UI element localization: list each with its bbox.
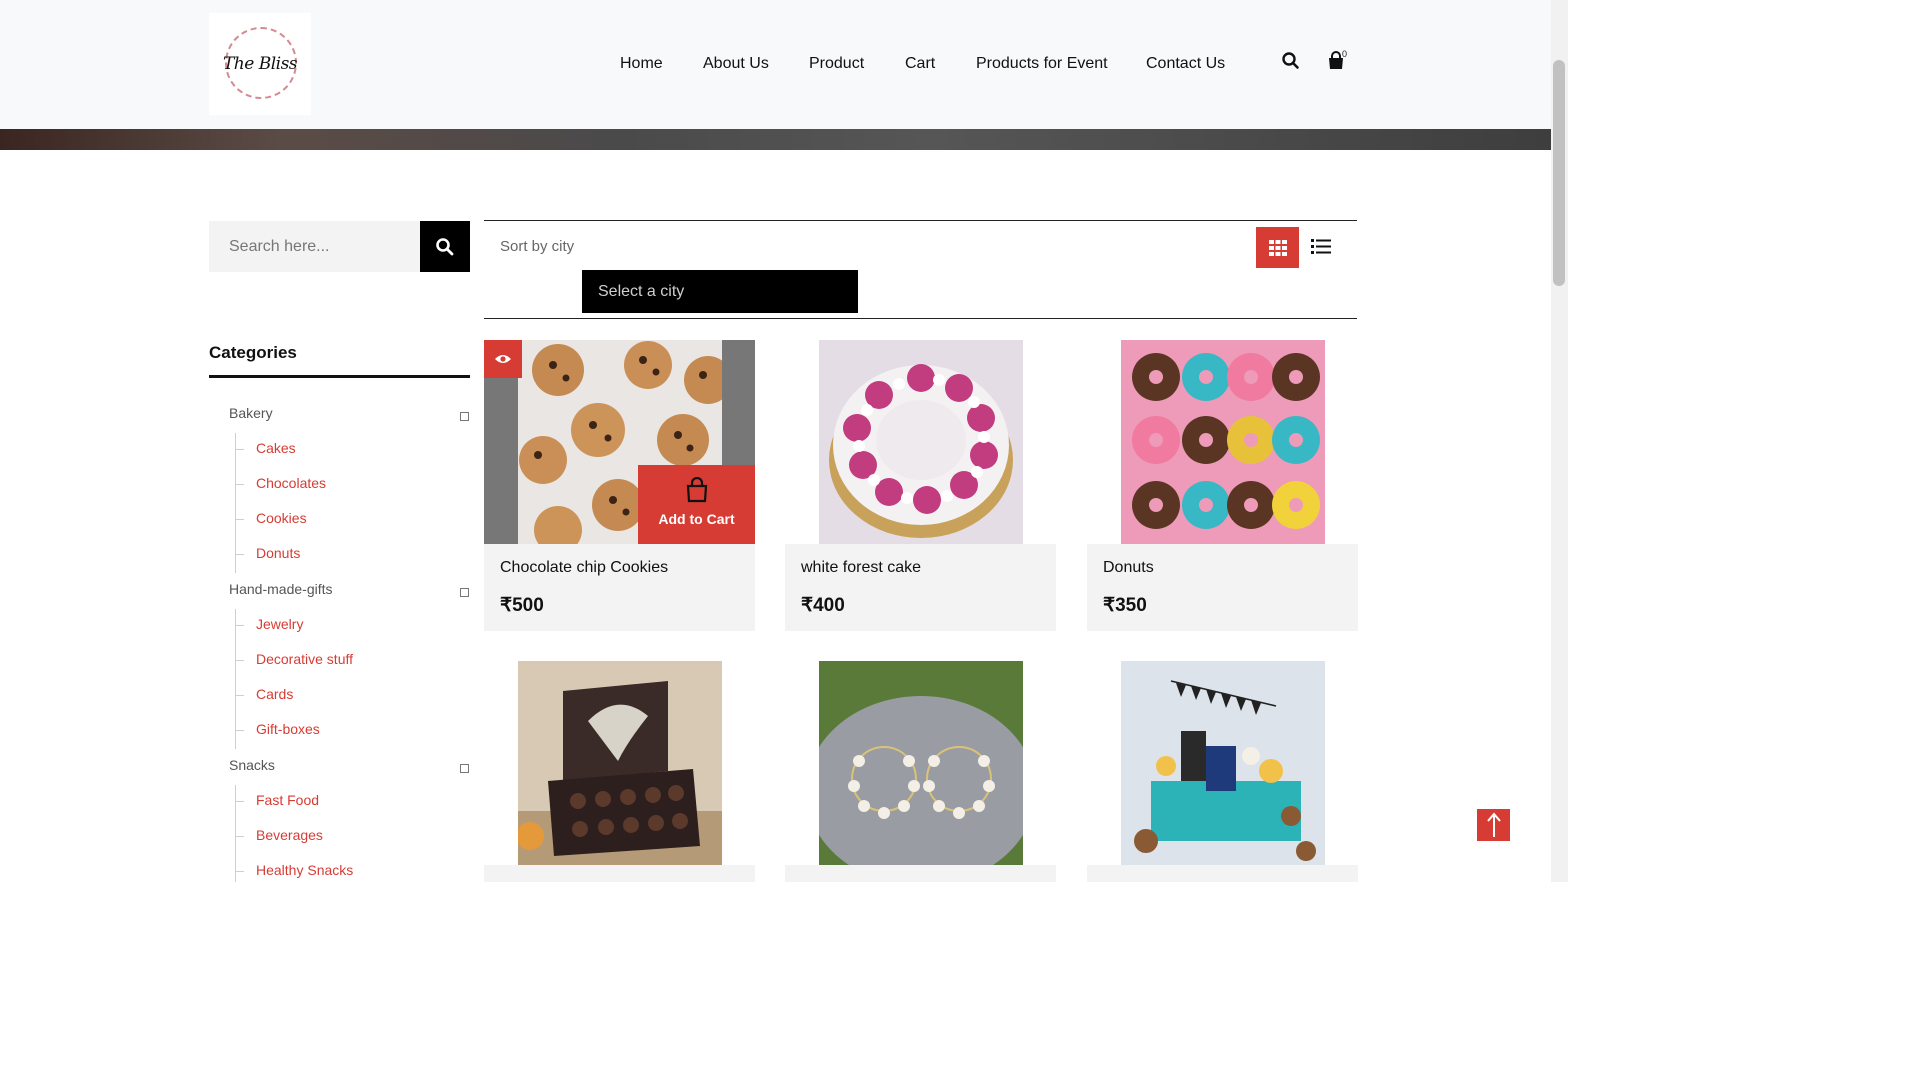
product-card[interactable]: white forest cake ₹400 xyxy=(785,340,1056,631)
arrow-up-icon xyxy=(1486,812,1501,837)
tree-branch xyxy=(236,730,244,731)
nav-contact-us[interactable]: Contact Us xyxy=(1146,52,1225,76)
category-snacks[interactable]: Snacks xyxy=(229,757,275,773)
nav-products-for-event[interactable]: Products for Event xyxy=(976,52,1108,76)
grid-view-button[interactable] xyxy=(1256,227,1299,268)
category-healthy-snacks[interactable]: Healthy Snacks xyxy=(256,862,353,878)
hero-banner-strip xyxy=(0,129,1551,150)
product-image-area[interactable] xyxy=(785,661,1056,865)
category-bakery[interactable]: Bakery xyxy=(229,405,273,421)
tree-line xyxy=(235,433,236,573)
tree-branch xyxy=(236,836,244,837)
product-price: ₹350 xyxy=(1103,595,1147,616)
nav-cart[interactable]: Cart xyxy=(905,52,935,76)
product-image-donuts xyxy=(1121,340,1325,544)
product-image-area[interactable] xyxy=(1087,661,1358,865)
sort-bar-bottom-border xyxy=(484,318,1357,319)
product-name[interactable]: Chocolate chip Cookies xyxy=(500,559,668,577)
product-image-pearl-earrings xyxy=(819,661,1023,865)
category-jewelry[interactable]: Jewelry xyxy=(256,616,303,632)
back-to-top-button[interactable] xyxy=(1477,809,1510,841)
product-image-area[interactable] xyxy=(1087,340,1358,544)
search-button[interactable] xyxy=(420,221,470,272)
collapse-toggle-snacks[interactable] xyxy=(460,764,469,773)
product-image-birthday-hamper xyxy=(1121,661,1325,865)
product-price: ₹500 xyxy=(500,595,544,616)
product-image-area[interactable] xyxy=(484,661,755,865)
category-cakes[interactable]: Cakes xyxy=(256,440,296,456)
tree-line xyxy=(235,609,236,749)
product-card[interactable]: Donuts ₹350 xyxy=(1087,340,1358,631)
quick-view-button[interactable] xyxy=(484,340,522,378)
search-input[interactable] xyxy=(209,221,420,272)
tree-branch xyxy=(236,484,244,485)
category-cards[interactable]: Cards xyxy=(256,686,293,702)
categories-title: Categories xyxy=(209,343,297,362)
product-price: ₹400 xyxy=(801,595,845,616)
cart-count: 0 xyxy=(1342,49,1348,59)
collapse-toggle-bakery[interactable] xyxy=(460,412,469,421)
product-card[interactable]: Add to Cart Chocolate chip Cookies ₹500 xyxy=(484,340,755,631)
tree-branch xyxy=(236,625,244,626)
product-image-area[interactable] xyxy=(785,340,1056,544)
product-card[interactable] xyxy=(785,661,1056,882)
sort-bar-top-border xyxy=(484,220,1357,221)
product-image-area[interactable]: Add to Cart xyxy=(484,340,755,544)
city-select[interactable]: Select a city xyxy=(582,270,858,313)
scrollbar-thumb[interactable] xyxy=(1553,60,1565,286)
tree-branch xyxy=(236,801,244,802)
add-to-cart-label: Add to Cart xyxy=(658,511,735,527)
product-name[interactable]: Donuts xyxy=(1103,559,1154,577)
category-fast-food[interactable]: Fast Food xyxy=(256,792,319,808)
tree-branch xyxy=(236,695,244,696)
tree-line xyxy=(235,785,236,882)
add-to-cart-button[interactable]: Add to Cart xyxy=(638,465,755,544)
site-header: The Bliss Home About Us Product Cart Pro… xyxy=(0,0,1551,129)
shopping-bag-icon xyxy=(686,477,708,503)
tree-branch xyxy=(236,871,244,872)
product-image-cake xyxy=(819,340,1023,544)
collapse-toggle-hand-made-gifts[interactable] xyxy=(460,588,469,597)
product-card[interactable] xyxy=(484,661,755,882)
search-icon xyxy=(436,237,454,255)
category-hand-made-gifts[interactable]: Hand-made-gifts xyxy=(229,581,333,597)
category-beverages[interactable]: Beverages xyxy=(256,827,323,843)
product-name[interactable]: white forest cake xyxy=(801,559,921,577)
product-image-chocolate-box xyxy=(518,661,722,865)
product-card[interactable] xyxy=(1087,661,1358,882)
logo-text: The Bliss xyxy=(222,54,298,74)
nav-home[interactable]: Home xyxy=(620,52,663,76)
tree-branch xyxy=(236,519,244,520)
tree-branch xyxy=(236,449,244,450)
tree-branch xyxy=(236,554,244,555)
category-chocolates[interactable]: Chocolates xyxy=(256,475,326,491)
sort-label: Sort by city xyxy=(500,238,575,255)
category-cookies[interactable]: Cookies xyxy=(256,510,307,526)
category-decorative-stuff[interactable]: Decorative stuff xyxy=(256,651,353,667)
category-gift-boxes[interactable]: Gift-boxes xyxy=(256,721,320,737)
nav-about-us[interactable]: About Us xyxy=(703,52,769,76)
categories-underline xyxy=(209,375,470,378)
category-donuts[interactable]: Donuts xyxy=(256,545,300,561)
grid-icon xyxy=(1268,239,1287,256)
tree-branch xyxy=(236,660,244,661)
site-logo[interactable]: The Bliss xyxy=(209,13,311,115)
eye-icon xyxy=(495,355,511,363)
nav-product[interactable]: Product xyxy=(809,52,864,76)
search-icon[interactable] xyxy=(1281,50,1301,72)
list-view-icon[interactable] xyxy=(1310,235,1332,257)
